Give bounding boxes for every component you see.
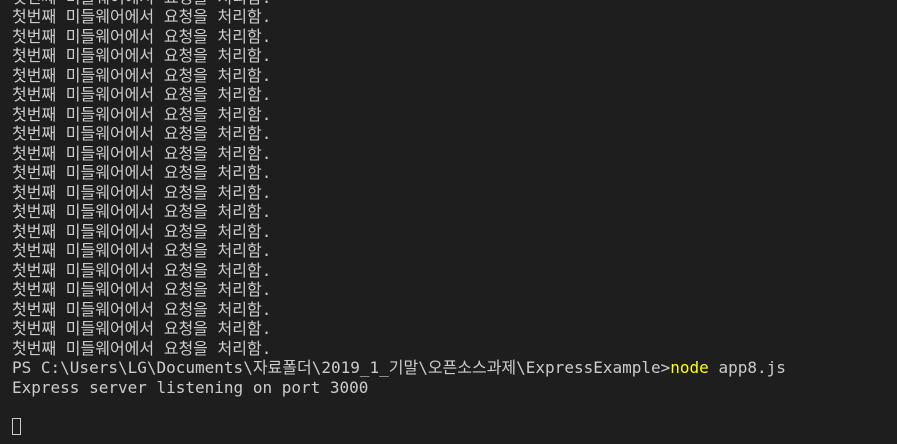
cursor-line: [12, 417, 897, 437]
log-line: 첫번째 미들웨어에서 요청을 처리함.: [12, 0, 897, 7]
log-line: 첫번째 미들웨어에서 요청을 처리함.: [12, 104, 272, 124]
log-line: 첫번째 미들웨어에서 요청을 처리함.: [12, 65, 272, 85]
log-line: 첫번째 미들웨어에서 요청을 처리함.: [12, 319, 272, 338]
log-lines: 첫번째 미들웨어에서 요청을 처리함. 첫번째 미들웨어에서 요청을 처리함. 첫번…: [12, 0, 897, 358]
log-line: 첫번째 미들웨어에서 요청을 처리함.: [12, 338, 272, 358]
terminal-output: 첫번째 미들웨어에서 요청을 처리함. 첫번째 미들웨어에서 요청을 처리함. 첫번…: [12, 0, 897, 436]
prompt-args: app8.js: [708, 358, 786, 377]
prompt-path: PS C:\Users\LG\Documents\자료폴더\2019_1_기말\…: [12, 358, 671, 377]
log-line: 첫번째 미들웨어에서 요청을 처리함.: [12, 124, 272, 143]
server-output-line: Express server listening on port 3000: [12, 377, 369, 397]
terminal-panel[interactable]: 첫번째 미들웨어에서 요청을 처리함. 첫번째 미들웨어에서 요청을 처리함. 첫번…: [0, 0, 897, 444]
log-line: 첫번째 미들웨어에서 요청을 처리함.: [12, 260, 272, 280]
log-line: 첫번째 미들웨어에서 요청을 처리함.: [12, 46, 272, 65]
log-line: 첫번째 미들웨어에서 요청을 처리함.: [12, 221, 272, 241]
terminal-cursor[interactable]: [12, 417, 21, 435]
prompt-command: node: [670, 358, 709, 377]
log-line: 첫번째 미들웨어에서 요청을 처리함.: [12, 7, 272, 26]
log-line: 첫번째 미들웨어에서 요청을 처리함.: [12, 299, 272, 319]
log-line: 첫번째 미들웨어에서 요청을 처리함.: [12, 85, 272, 104]
log-line: 첫번째 미들웨어에서 요청을 처리함.: [12, 241, 272, 260]
log-line: 첫번째 미들웨어에서 요청을 처리함.: [12, 143, 272, 163]
log-line: 첫번째 미들웨어에서 요청을 처리함.: [12, 202, 272, 221]
log-line: 첫번째 미들웨어에서 요청을 처리함.: [12, 26, 272, 46]
log-line: 첫번째 미들웨어에서 요청을 처리함.: [12, 280, 272, 299]
log-line: 첫번째 미들웨어에서 요청을 처리함.: [12, 163, 272, 182]
prompt-line: PS C:\Users\LG\Documents\자료폴더\2019_1_기말\…: [12, 358, 897, 378]
log-line: 첫번째 미들웨어에서 요청을 처리함.: [12, 182, 272, 202]
